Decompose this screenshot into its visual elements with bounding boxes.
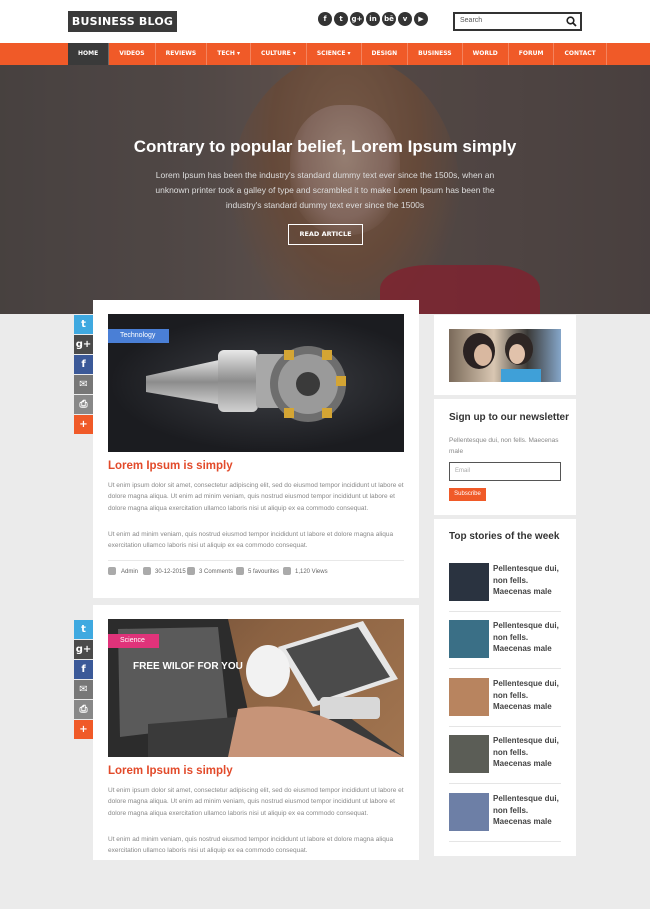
social-icons: f t g+ in bē v ▶ (318, 12, 428, 26)
sidebar-divider (434, 395, 576, 399)
post-excerpt: Ut enim ipsum dolor sit amet, consectetu… (108, 482, 404, 512)
email-share-icon[interactable]: ✉ (74, 680, 93, 699)
google-plus-share-icon[interactable]: g+ (74, 335, 93, 354)
story-thumbnail[interactable] (449, 793, 489, 831)
print-icon[interactable]: ⎙ (74, 395, 93, 414)
youtube-icon[interactable]: ▶ (414, 12, 428, 26)
email-placeholder: Email (455, 468, 471, 474)
user-icon (108, 567, 116, 575)
nav-item-tech[interactable]: TECH ▾ (207, 43, 251, 65)
top-stories-title: Top stories of the week (449, 531, 560, 542)
story-thumbnail[interactable] (449, 620, 489, 658)
nav-item-reviews[interactable]: REVIEWS (156, 43, 208, 65)
heart-icon (236, 567, 244, 575)
nav-item-culture[interactable]: CULTURE ▾ (251, 43, 307, 65)
story-item[interactable]: Pellentesque dui, non fells. Maecenas ma… (449, 735, 561, 785)
post-card: Technology Lorem Ipsum is simply Ut enim… (93, 300, 419, 598)
story-title[interactable]: Pellentesque dui, non fells. Maecenas ma… (493, 793, 563, 828)
read-article-button[interactable]: READ ARTICLE (288, 224, 363, 245)
hero-banner: Contrary to popular belief, Lorem Ipsum … (0, 65, 650, 314)
post-comments[interactable]: 3 Comments (199, 569, 233, 575)
nav-item-contact[interactable]: CONTACT (554, 43, 607, 65)
hero-text: Lorem Ipsum has been the industry's stan… (155, 170, 495, 210)
story-divider (449, 611, 561, 612)
site-logo[interactable]: BUSINESS BLOG (68, 11, 177, 32)
share-bar: t g+ f ✉ ⎙ + (74, 315, 93, 435)
post-card-2: FREE WILOF FOR YOU Science Lorem Ipsum i… (93, 605, 419, 860)
story-item[interactable]: Pellentesque dui, non fells. Maecenas ma… (449, 793, 561, 843)
story-title[interactable]: Pellentesque dui, non fells. Maecenas ma… (493, 678, 563, 713)
post-title-2[interactable]: Lorem Ipsum is simply (108, 765, 233, 777)
more-share-icon[interactable]: + (74, 720, 93, 739)
facebook-icon[interactable]: f (318, 12, 332, 26)
story-title[interactable]: Pellentesque dui, non fells. Maecenas ma… (493, 620, 563, 655)
category-tag[interactable]: Technology (108, 329, 170, 343)
story-divider (449, 841, 561, 842)
facebook-share-icon[interactable]: f (74, 355, 93, 374)
comment-icon (187, 567, 195, 575)
two-women-photo (463, 333, 541, 382)
story-thumbnail[interactable] (449, 678, 489, 716)
sidebar-photo[interactable] (449, 329, 561, 382)
more-share-icon[interactable]: + (74, 415, 93, 434)
story-divider (449, 783, 561, 784)
post-excerpt-2: Ut enim ad minim veniam, quis nostrud ei… (108, 531, 394, 550)
email-share-icon[interactable]: ✉ (74, 375, 93, 394)
post-favourites[interactable]: 5 favourites (248, 569, 279, 575)
story-item[interactable]: Pellentesque dui, non fells. Maecenas ma… (449, 563, 561, 613)
post-date: 30-12-2015 (155, 569, 186, 575)
calendar-icon (143, 567, 151, 575)
nav-item-design[interactable]: DESIGN (362, 43, 409, 65)
nav-item-world[interactable]: WORLD (463, 43, 509, 65)
nav-item-science[interactable]: SCIENCE ▾ (307, 43, 362, 65)
screen-text: FREE WILOF FOR YOU (133, 661, 243, 672)
post-excerpt-4: Ut enim ad minim veniam, quis nostrud ei… (108, 836, 394, 855)
story-item[interactable]: Pellentesque dui, non fells. Maecenas ma… (449, 678, 561, 728)
top-header: BUSINESS BLOG f t g+ in bē v ▶ Search (0, 0, 650, 43)
nav-item-forum[interactable]: FORUM (509, 43, 555, 65)
post-meta: Admin 30-12-2015 3 Comments 5 favourites… (108, 560, 404, 580)
story-title[interactable]: Pellentesque dui, non fells. Maecenas ma… (493, 563, 563, 598)
post-author[interactable]: Admin (121, 569, 138, 575)
behance-icon[interactable]: bē (382, 12, 396, 26)
post-title[interactable]: Lorem Ipsum is simply (108, 460, 233, 472)
story-thumbnail[interactable] (449, 735, 489, 773)
search-icon[interactable] (566, 16, 577, 27)
search-placeholder: Search (460, 17, 483, 24)
vimeo-icon[interactable]: v (398, 12, 412, 26)
newsletter-text: Pellentesque dui, non fells. Maecenas ma… (449, 437, 559, 455)
story-divider (449, 726, 561, 727)
linkedin-icon[interactable]: in (366, 12, 380, 26)
email-field[interactable]: Email (449, 462, 561, 481)
post-views: 1,120 Views (295, 569, 328, 575)
facebook-share-icon[interactable]: f (74, 660, 93, 679)
subscribe-button[interactable]: Subscribe (449, 488, 486, 501)
story-title[interactable]: Pellentesque dui, non fells. Maecenas ma… (493, 735, 563, 770)
story-thumbnail[interactable] (449, 563, 489, 601)
category-tag-label: Technology (120, 332, 156, 339)
sidebar-divider-2 (434, 515, 576, 519)
share-bar-2: t g+ f ✉ ⎙ + (74, 620, 93, 740)
google-plus-icon[interactable]: g+ (350, 12, 364, 26)
story-item[interactable]: Pellentesque dui, non fells. Maecenas ma… (449, 620, 561, 670)
category-tag-2[interactable]: Science (108, 634, 159, 648)
print-icon[interactable]: ⎙ (74, 700, 93, 719)
eye-icon (283, 567, 291, 575)
twitter-share-icon[interactable]: t (74, 315, 93, 334)
main-nav: HOME VIDEOS REVIEWS TECH ▾ CULTURE ▾ SCI… (0, 43, 650, 65)
twitter-icon[interactable]: t (334, 12, 348, 26)
nav-item-videos[interactable]: VIDEOS (109, 43, 156, 65)
newsletter-title: Sign up to our newsletter (449, 412, 570, 423)
sidebar: Sign up to our newsletter Pellentesque d… (434, 315, 576, 856)
twitter-share-icon[interactable]: t (74, 620, 93, 639)
story-divider (449, 668, 561, 669)
post-excerpt-3: Ut enim ipsum dolor sit amet, consectetu… (108, 787, 404, 817)
google-plus-share-icon[interactable]: g+ (74, 640, 93, 659)
search-input[interactable]: Search (453, 12, 582, 31)
nav-item-home[interactable]: HOME (68, 43, 110, 65)
hero-title: Contrary to popular belief, Lorem Ipsum … (133, 137, 517, 156)
nav-item-business[interactable]: BUSINESS (408, 43, 463, 65)
category-tag-label-2: Science (120, 637, 145, 644)
